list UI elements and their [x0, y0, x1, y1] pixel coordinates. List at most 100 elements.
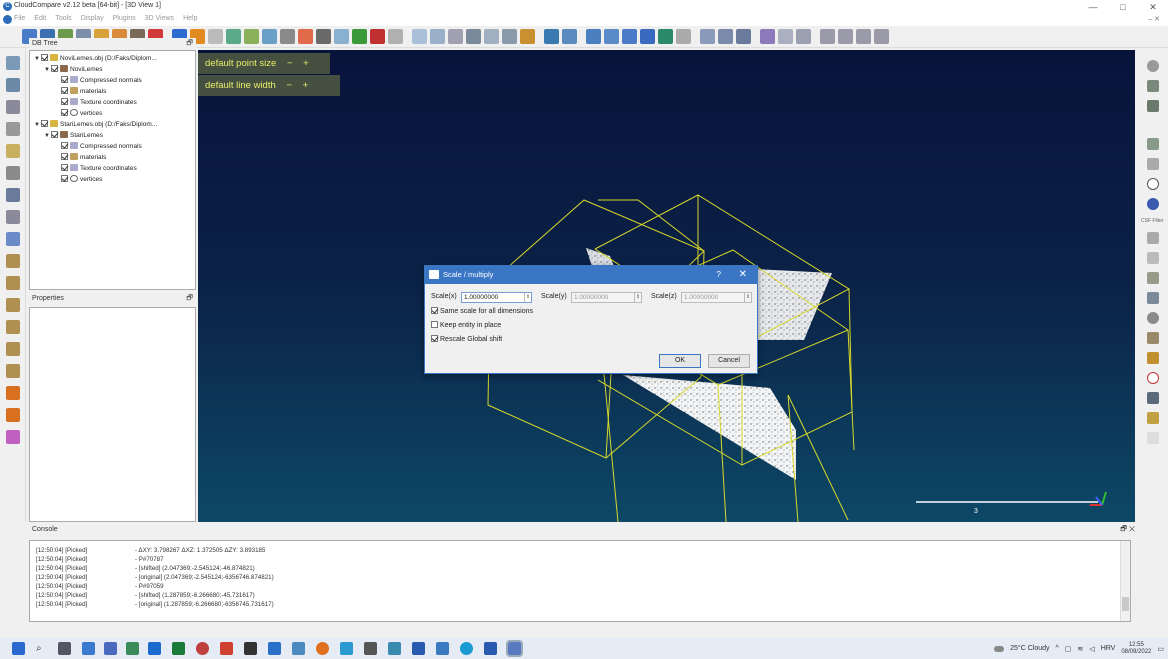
visibility-checkbox[interactable]	[61, 175, 68, 182]
taskbar-app-icon[interactable]	[82, 642, 95, 655]
bottom-view-icon[interactable]	[6, 364, 20, 378]
taskbar-app-icon[interactable]	[268, 642, 281, 655]
sf-gradient-icon[interactable]	[520, 29, 535, 44]
sun-icon[interactable]	[6, 56, 20, 70]
tray-app-icon[interactable]: ▢	[1065, 645, 1072, 653]
keep-in-place-checkbox[interactable]	[431, 321, 438, 328]
stereo-icon[interactable]	[6, 430, 20, 444]
octree-icon[interactable]	[262, 29, 277, 44]
console-window-controls[interactable]: 🗗 ✕	[1120, 524, 1135, 536]
view-icon[interactable]	[622, 29, 637, 44]
scale-z-spinbox[interactable]: 1.00000000 ⇕	[681, 292, 752, 303]
notification-icon[interactable]: ▭	[1157, 645, 1164, 653]
menu-plugins[interactable]: Plugins	[113, 15, 136, 22]
stat-icon[interactable]	[466, 29, 481, 44]
spinbox-arrows-icon[interactable]: ⇕	[744, 293, 751, 302]
visibility-checkbox[interactable]	[51, 65, 58, 72]
left-view-icon[interactable]	[6, 298, 20, 312]
normals-icon[interactable]	[226, 29, 241, 44]
cloud-tool-icon[interactable]	[700, 29, 715, 44]
zoom-icon[interactable]	[6, 100, 20, 114]
filter-icon[interactable]	[298, 29, 313, 44]
network-icon[interactable]: ≋	[1077, 645, 1083, 653]
canupo-icon[interactable]	[820, 29, 835, 44]
taskbar-app-icon[interactable]	[172, 642, 185, 655]
plane-icon[interactable]	[412, 29, 427, 44]
taskbar-app-icon[interactable]	[126, 642, 139, 655]
plugin-icon[interactable]	[1147, 252, 1159, 264]
expand-icon[interactable]: ▼	[44, 131, 51, 142]
mdi-controls[interactable]: – ✕	[1148, 15, 1160, 23]
menu-display[interactable]: Display	[81, 15, 104, 22]
rescale-shift-checkbox[interactable]	[431, 335, 438, 342]
m3c2-icon[interactable]	[718, 29, 733, 44]
menu-3d-views[interactable]: 3D Views	[145, 15, 174, 22]
task-view-icon[interactable]	[58, 642, 71, 655]
tree-node[interactable]: materials	[61, 86, 106, 97]
plugin-icon[interactable]	[1147, 312, 1159, 324]
plugin-icon[interactable]	[1147, 60, 1159, 72]
tree-node[interactable]: Texture coordinates	[61, 97, 137, 108]
classify-icon[interactable]	[838, 29, 853, 44]
globe-icon[interactable]	[658, 29, 673, 44]
same-scale-checkbox[interactable]	[431, 307, 438, 314]
noise-icon[interactable]	[334, 29, 349, 44]
rescale-shift-option[interactable]: Rescale Global shift	[431, 335, 502, 343]
visibility-checkbox[interactable]	[51, 131, 58, 138]
sf-filter-icon[interactable]	[562, 29, 577, 44]
crosshair-icon[interactable]	[6, 210, 20, 224]
sf-arith-icon[interactable]	[544, 29, 559, 44]
float-icon[interactable]: 🗗	[186, 38, 193, 50]
pivot-icon[interactable]	[6, 122, 20, 136]
visibility-checkbox[interactable]	[61, 142, 68, 149]
plugin-icon[interactable]	[1147, 158, 1159, 170]
plugin-icon[interactable]	[1147, 232, 1159, 244]
dialog-close-button[interactable]: ✕	[739, 266, 747, 284]
taskbar-app-icon[interactable]	[316, 642, 329, 655]
taskbar-app-icon[interactable]	[196, 642, 209, 655]
histogram-icon[interactable]	[448, 29, 463, 44]
sf-icon[interactable]	[208, 29, 223, 44]
visibility-checkbox[interactable]	[61, 164, 68, 171]
taskbar-app-icon[interactable]	[436, 642, 449, 655]
sample-icon[interactable]	[352, 29, 367, 44]
menu-edit[interactable]: Edit	[34, 15, 46, 22]
tree-node[interactable]: vertices	[61, 174, 102, 185]
taskbar-app-icon[interactable]	[148, 642, 161, 655]
plugin-icon[interactable]	[1147, 80, 1159, 92]
visibility-checkbox[interactable]	[61, 109, 68, 116]
visibility-checkbox[interactable]	[61, 153, 68, 160]
ball-icon[interactable]	[676, 29, 691, 44]
kd-icon[interactable]	[586, 29, 601, 44]
same-scale-option[interactable]: Same scale for all dimensions	[431, 307, 533, 315]
plugin-icon[interactable]	[1147, 272, 1159, 284]
taskbar-app-icon[interactable]	[292, 642, 305, 655]
mesh-icon[interactable]	[640, 29, 655, 44]
scale-x-spinbox[interactable]: 1.00000000 ⇕	[461, 292, 532, 303]
compass-icon[interactable]	[874, 29, 889, 44]
tree-node[interactable]: Compressed normals	[61, 141, 142, 152]
console-scrollbar[interactable]	[1120, 541, 1130, 621]
menu-file[interactable]: File	[14, 15, 25, 22]
visibility-checkbox[interactable]	[41, 120, 48, 127]
sor-icon[interactable]	[316, 29, 331, 44]
compass-plugin-icon[interactable]	[1147, 178, 1159, 190]
plugin-icon[interactable]	[1147, 392, 1159, 404]
menu-help[interactable]: Help	[183, 15, 197, 22]
taskbar-app-icon[interactable]	[220, 642, 233, 655]
expand-icon[interactable]: ▼	[44, 65, 51, 76]
plugin-icon[interactable]	[1147, 412, 1159, 424]
plugin-icon[interactable]	[1147, 432, 1159, 444]
distance-icon[interactable]	[370, 29, 385, 44]
cc-icon[interactable]	[280, 29, 295, 44]
close-button[interactable]: ✕	[1138, 0, 1168, 14]
tree-node[interactable]: Texture coordinates	[61, 163, 137, 174]
compute-icon[interactable]	[244, 29, 259, 44]
taskbar-app-icon[interactable]	[388, 642, 401, 655]
iso2-view-icon[interactable]	[6, 408, 20, 422]
plugin-icon[interactable]	[1147, 292, 1159, 304]
minimize-button[interactable]: —	[1078, 0, 1108, 14]
star-icon[interactable]	[388, 29, 403, 44]
windows-start-icon[interactable]	[12, 642, 25, 655]
ok-button[interactable]: OK	[659, 354, 701, 368]
